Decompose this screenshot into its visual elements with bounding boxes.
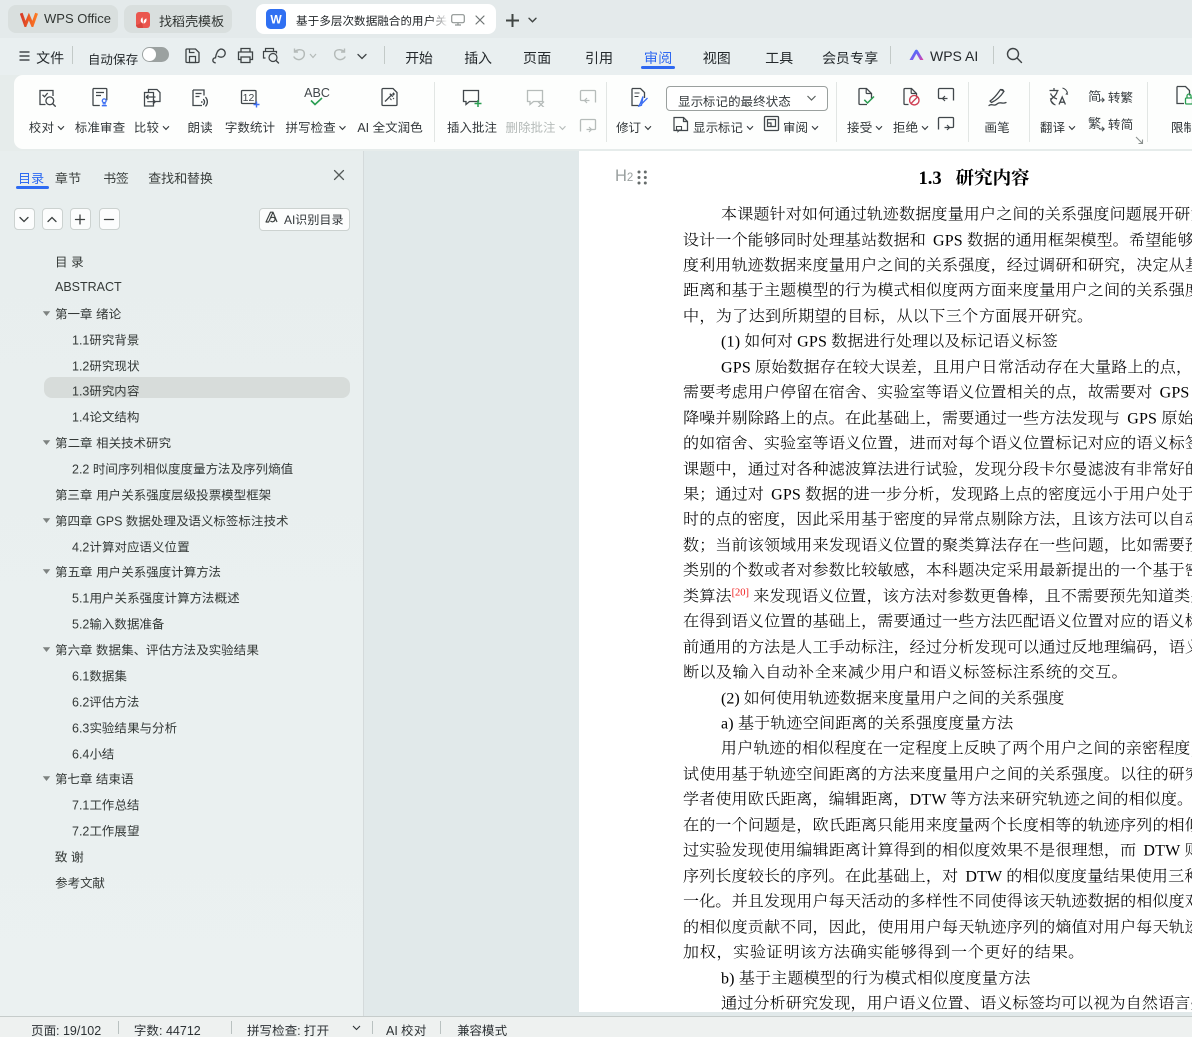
svg-text:12: 12 — [243, 92, 255, 104]
svg-text:W: W — [270, 13, 282, 27]
svg-text:ABC: ABC — [304, 87, 330, 100]
